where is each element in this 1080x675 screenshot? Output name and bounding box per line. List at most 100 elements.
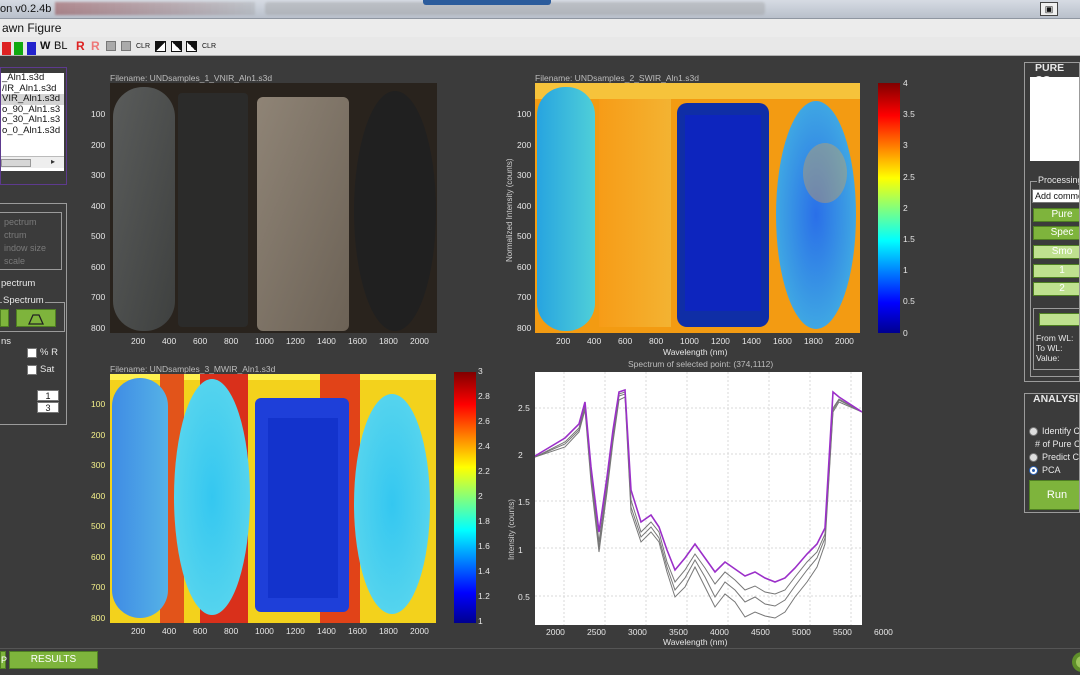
pca-radio-selected[interactable]: [1029, 466, 1038, 475]
x-tick-label: 1800: [804, 336, 823, 346]
y-tick-label: 0.5: [518, 591, 530, 602]
file-item-1[interactable]: _Aln1.s3d: [1, 73, 64, 84]
colorbar-tick-label: 2.4: [478, 441, 490, 451]
file-item-3-selected[interactable]: VIR_Aln1.s3d: [1, 93, 64, 105]
blue-color-button[interactable]: [27, 42, 36, 55]
deriv-1-button[interactable]: 1: [1033, 264, 1079, 278]
wavelength-range-group: From WL: To WL: Value:: [1033, 308, 1079, 370]
from-wl-label: From WL:: [1036, 333, 1074, 343]
scroll-thumb[interactable]: [1, 159, 31, 167]
x-tick-label: 3500: [669, 627, 688, 637]
identify-label: Identify Co: [1042, 426, 1080, 436]
reflectance-alt-button[interactable]: R: [91, 40, 100, 53]
file-item-6[interactable]: o_0_Aln1.s3d: [1, 125, 64, 137]
identify-radio[interactable]: [1029, 427, 1038, 436]
file-list-panel: _Aln1.s3d /IR_Aln1.s3d VIR_Aln1.s3d o_90…: [0, 67, 67, 185]
scroll-right-arrow-icon[interactable]: ▸: [51, 157, 55, 166]
y-tick-label: 500: [91, 231, 106, 241]
range-button[interactable]: [1039, 313, 1079, 326]
sat-checkbox[interactable]: [27, 365, 37, 375]
p-button[interactable]: P: [0, 651, 7, 669]
x-tick-label: 1200: [711, 336, 730, 346]
x-tick-label: 1000: [680, 336, 699, 346]
axes-icon-3[interactable]: [186, 41, 197, 52]
y-tick-label: 400: [517, 200, 532, 211]
y-tick-label: 800: [517, 322, 532, 333]
pure-button[interactable]: Pure: [1033, 208, 1079, 222]
option-window-size[interactable]: indow size: [4, 243, 46, 253]
option-ctrum[interactable]: ctrum: [4, 230, 27, 240]
x-tick-label: 5500: [833, 627, 852, 637]
processing-label: Processing: [1037, 175, 1079, 185]
white-button[interactable]: W: [40, 40, 50, 53]
number-field-2[interactable]: 3: [37, 402, 59, 413]
pct-r-label: % R: [40, 347, 58, 358]
colorbar-tick-label: 1: [478, 616, 483, 626]
y-tick-label: 600: [517, 261, 532, 272]
run-button[interactable]: Run: [1029, 480, 1079, 510]
x-tick-label: 600: [618, 336, 633, 346]
y-tick-label: 100: [91, 109, 106, 119]
option-spectrum[interactable]: pectrum: [4, 217, 37, 227]
restore-window-button[interactable]: ▣: [1040, 2, 1058, 16]
title-blur: [55, 2, 255, 15]
clear-button-2[interactable]: CLR: [202, 40, 216, 53]
colorbar-tick-label: 3.5: [903, 109, 915, 120]
x-tick-label: 1200: [286, 626, 305, 636]
window-title: on v0.2.4b: [0, 3, 52, 15]
colorbar-tick-label: 2: [478, 491, 483, 501]
x-tick-label: 600: [193, 336, 208, 346]
colorbar-tick-label: 1.5: [903, 234, 915, 244]
reflectance-button[interactable]: R: [76, 40, 85, 53]
colorbar-tick-label: 4: [903, 78, 908, 88]
baseline-button[interactable]: BL: [54, 40, 67, 53]
toolbar: W BL R R CLR CLR: [0, 37, 1080, 56]
pct-r-checkbox[interactable]: [27, 348, 37, 358]
mwir-image[interactable]: [110, 374, 436, 623]
green-color-button[interactable]: [14, 42, 23, 55]
y-tick-label: 1: [518, 544, 523, 555]
x-tick-label: 800: [649, 336, 664, 346]
tool-icon-a[interactable]: [106, 41, 116, 51]
horizontal-scrollbar[interactable]: ▸: [1, 156, 64, 168]
tool-icon-b[interactable]: [121, 41, 131, 51]
results-button[interactable]: RESULTS: [9, 651, 98, 669]
x-tick-label: 200: [556, 336, 571, 346]
file-item-5[interactable]: o_30_Aln1.s3: [1, 114, 64, 126]
left-controls-group: pectrum ctrum indow size scale pectrum S…: [0, 203, 67, 425]
spectrum-trapezoid-button[interactable]: [16, 309, 56, 327]
axes-icon-1[interactable]: [155, 41, 166, 52]
y-tick-label: 700: [517, 292, 532, 302]
option-scale[interactable]: scale: [4, 256, 25, 266]
spectrum-group: Spectrum: [0, 295, 65, 332]
clear-button-1[interactable]: CLR: [136, 40, 150, 53]
title-bar: on v0.2.4b ▣: [0, 0, 1080, 19]
vnir-image[interactable]: [110, 83, 437, 333]
deriv-2-button[interactable]: 2: [1033, 282, 1079, 296]
x-tick-label: 5000: [792, 627, 811, 637]
x-tick-label: 1000: [255, 626, 274, 636]
spectrum-group-label: Spectrum: [2, 295, 45, 306]
swir-y-axis-label: Normalized Intensity (counts): [505, 158, 514, 262]
x-tick-label: 400: [162, 626, 177, 636]
x-tick-label: 4000: [710, 627, 729, 637]
y-tick-label: 400: [91, 200, 106, 211]
axes-icon-2[interactable]: [171, 41, 182, 52]
y-tick-label: 100: [517, 109, 532, 119]
number-field-1[interactable]: 1: [37, 390, 59, 401]
spec-button[interactable]: Spec: [1033, 226, 1079, 240]
smooth-button[interactable]: Smo: [1033, 245, 1079, 259]
ns-label: ns: [1, 336, 12, 347]
spectrum-mode-button-1[interactable]: [0, 309, 9, 327]
spectrum-plot[interactable]: [535, 372, 862, 625]
bottom-bar: P RESULTS: [0, 648, 1080, 675]
red-color-button[interactable]: [2, 42, 11, 55]
processing-dropdown[interactable]: Add commo: [1032, 189, 1079, 203]
predict-radio[interactable]: [1029, 453, 1038, 462]
swir-image[interactable]: [535, 83, 860, 333]
title-focus-indicator: [423, 0, 551, 5]
x-tick-label: 400: [587, 336, 602, 346]
file-listbox[interactable]: _Aln1.s3d /IR_Aln1.s3d VIR_Aln1.s3d o_90…: [1, 73, 64, 171]
analysis-panel: ANALYSI Identify Co # of Pure Co Predict…: [1024, 393, 1080, 513]
menu-draw-figure[interactable]: awn Figure: [2, 21, 61, 35]
